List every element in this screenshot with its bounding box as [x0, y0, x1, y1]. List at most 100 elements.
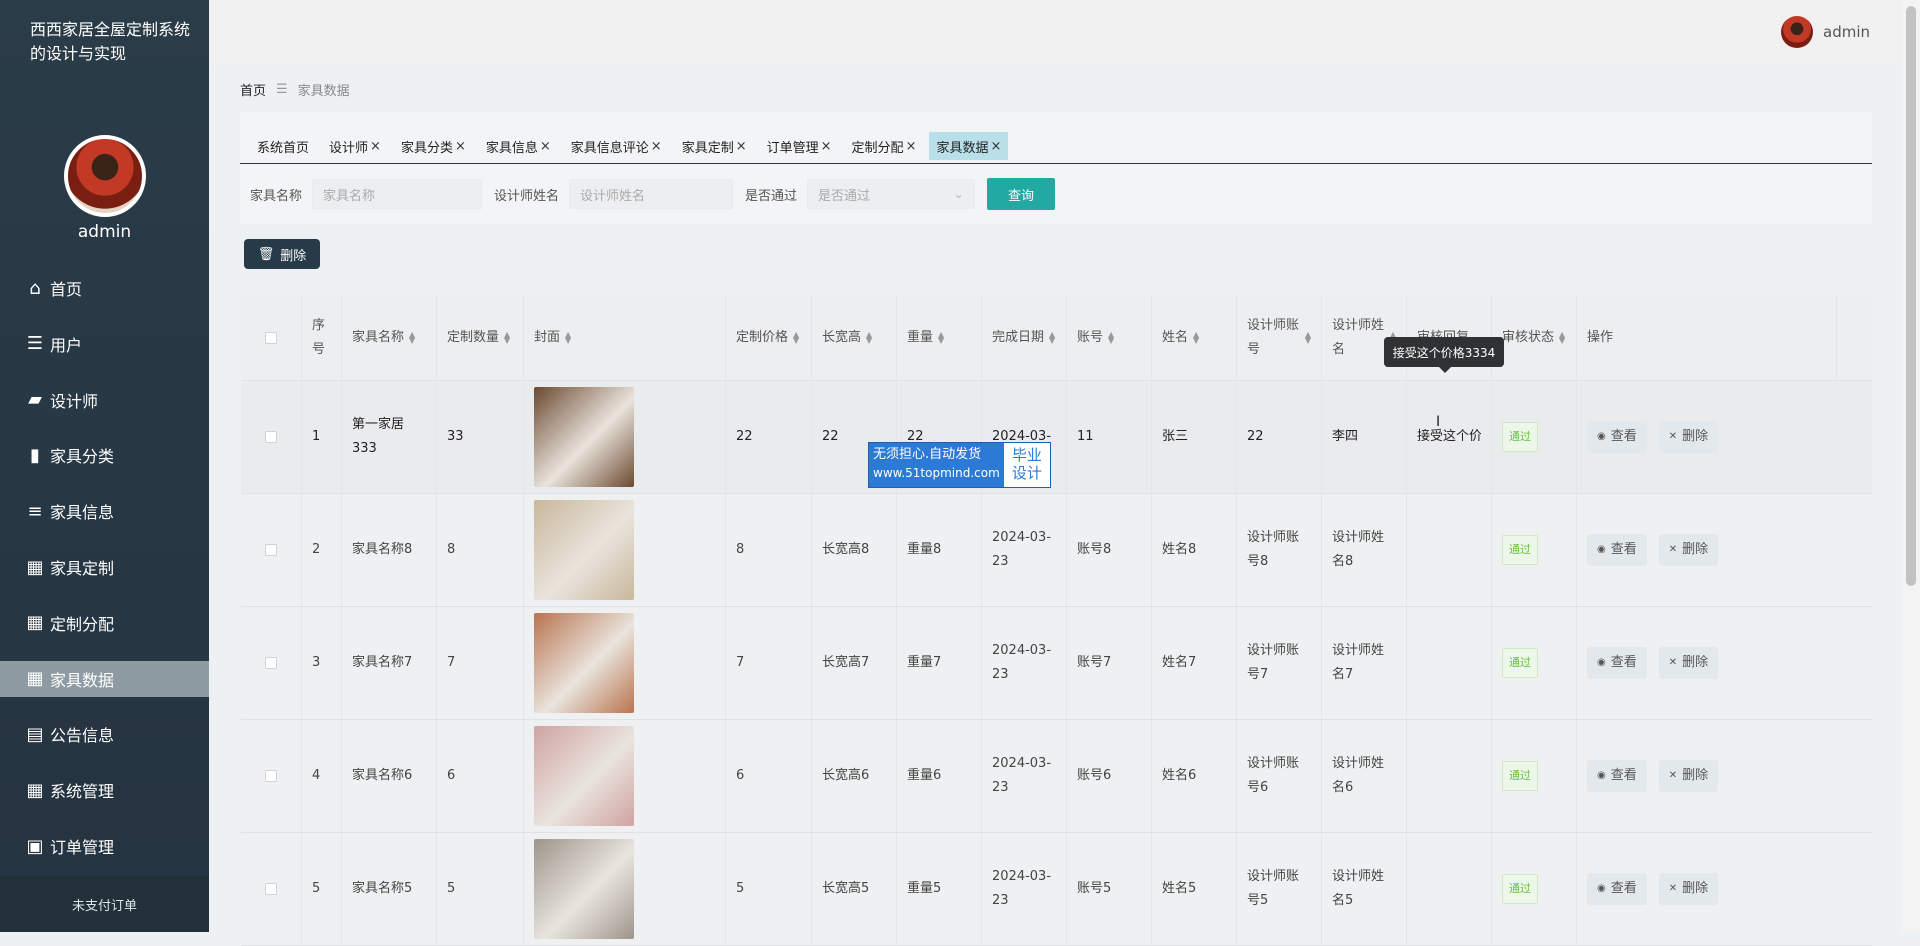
- designer-name-input[interactable]: 设计师姓名: [569, 179, 734, 209]
- close-icon[interactable]: ×: [821, 139, 832, 154]
- batch-delete-button[interactable]: 🗑 删除: [244, 239, 320, 269]
- cell-person: 姓名8: [1152, 494, 1237, 606]
- top-username[interactable]: admin: [1823, 23, 1870, 41]
- sort-icon[interactable]: ▲▼: [1559, 331, 1565, 345]
- sidebar-item-8[interactable]: ▤ 公告信息: [0, 716, 209, 752]
- cell-no: 2: [302, 494, 342, 606]
- column-header[interactable]: 定制价格 ▲ ▼: [726, 296, 812, 380]
- column-header[interactable]: 完成日期 ▲ ▼: [982, 296, 1067, 380]
- tab-7[interactable]: 定制分配 ×: [845, 132, 924, 160]
- sidebar-item-10[interactable]: ▣ 订单管理: [0, 828, 209, 864]
- column-header[interactable]: 账号 ▲ ▼: [1067, 296, 1152, 380]
- cover-image[interactable]: [534, 726, 634, 826]
- column-header[interactable]: 封面 ▲ ▼: [524, 296, 726, 380]
- cell-weight: 重量6: [897, 720, 982, 832]
- sort-icon[interactable]: ▲▼: [565, 331, 571, 345]
- row-checkbox[interactable]: [265, 431, 277, 443]
- sidebar-item-5[interactable]: ▦ 家具定制: [0, 549, 209, 585]
- sidebar-footer-unpaid-orders[interactable]: 未支付订单: [0, 876, 209, 932]
- select-all-checkbox[interactable]: [265, 332, 277, 344]
- sidebar-item-9[interactable]: ▦ 系统管理: [0, 772, 209, 808]
- sidebar-item-3[interactable]: ▮ 家具分类: [0, 437, 209, 473]
- cover-image[interactable]: [534, 613, 634, 713]
- column-header[interactable]: 重量 ▲ ▼: [897, 296, 982, 380]
- cell-value: 11: [1077, 429, 1094, 444]
- delete-button[interactable]: ✕ 删除: [1658, 647, 1719, 679]
- cover-image[interactable]: [534, 839, 634, 939]
- status-badge: 通过: [1502, 761, 1538, 791]
- cell-value: 2024-03-23: [992, 756, 1052, 795]
- delete-button[interactable]: ✕ 删除: [1658, 873, 1719, 905]
- sort-icon[interactable]: ▲▼: [938, 331, 944, 345]
- tab-1[interactable]: 设计师 ×: [322, 132, 388, 160]
- breadcrumb-home[interactable]: 首页: [240, 80, 266, 99]
- row-checkbox[interactable]: [265, 770, 277, 782]
- sort-icon[interactable]: ▲▼: [1108, 331, 1114, 345]
- view-button[interactable]: ◉ 查看: [1587, 873, 1647, 905]
- view-button[interactable]: ◉ 查看: [1587, 421, 1647, 453]
- top-avatar[interactable]: [1781, 16, 1813, 48]
- tab-0[interactable]: 系统首页: [250, 132, 316, 160]
- column-header[interactable]: 长宽高 ▲ ▼: [812, 296, 897, 380]
- pass-select[interactable]: 是否通过 ⌄: [807, 179, 976, 209]
- column-header[interactable]: 家具名称 ▲ ▼: [342, 296, 437, 380]
- sort-icon[interactable]: ▲▼: [793, 331, 799, 345]
- view-button[interactable]: ◉ 查看: [1587, 647, 1647, 679]
- close-icon[interactable]: ×: [651, 139, 662, 154]
- tab-8[interactable]: 家具数据 ×: [929, 132, 1009, 160]
- column-header-label: 设计师账号: [1247, 318, 1300, 357]
- column-header[interactable]: 姓名 ▲ ▼: [1152, 296, 1237, 380]
- close-icon[interactable]: ×: [455, 139, 466, 154]
- sort-icon[interactable]: ▲▼: [409, 331, 415, 345]
- row-checkbox[interactable]: [265, 544, 277, 556]
- delete-button[interactable]: ✕ 删除: [1658, 421, 1719, 453]
- close-icon[interactable]: ×: [736, 139, 747, 154]
- cell-d_account: 设计师账号8: [1237, 494, 1322, 606]
- sidebar-item-6[interactable]: ▦ 定制分配: [0, 605, 209, 641]
- tab-6[interactable]: 订单管理 ×: [760, 132, 839, 160]
- column-header[interactable]: 定制数量 ▲ ▼: [437, 296, 524, 380]
- tab-4[interactable]: 家具信息评论 ×: [564, 132, 669, 160]
- cell-value: 1: [312, 429, 321, 444]
- sort-icon[interactable]: ▲▼: [1305, 331, 1311, 345]
- status-badge: 通过: [1502, 535, 1538, 565]
- reply-tooltip: 接受这个价格3334: [1384, 337, 1504, 373]
- close-icon[interactable]: ×: [906, 139, 917, 154]
- column-header[interactable]: 设计师账号 ▲ ▼: [1237, 296, 1322, 380]
- close-icon[interactable]: ×: [370, 139, 381, 154]
- cell-person: 姓名7: [1152, 607, 1237, 719]
- tab-2[interactable]: 家具分类 ×: [394, 132, 473, 160]
- sort-icon[interactable]: ▲▼: [1049, 331, 1055, 345]
- sort-icon[interactable]: ▲▼: [504, 331, 510, 345]
- sidebar-item-7[interactable]: ▦ 家具数据: [0, 660, 209, 697]
- cover-image[interactable]: [534, 387, 634, 487]
- top-user-menu[interactable]: admin: [1781, 16, 1870, 48]
- sort-icon[interactable]: ▲▼: [1193, 331, 1199, 345]
- close-icon[interactable]: ×: [990, 139, 1001, 154]
- search-button[interactable]: 查询: [987, 178, 1056, 210]
- tab-label: 设计师: [329, 140, 369, 156]
- sidebar-item-4[interactable]: ≡ 家具信息: [0, 493, 209, 529]
- view-button[interactable]: ◉ 查看: [1587, 760, 1647, 792]
- column-header[interactable]: 审核状态 ▲ ▼: [1492, 296, 1577, 380]
- sidebar-item-1[interactable]: ☰ 用户: [0, 326, 209, 362]
- cell-value: 7: [447, 655, 456, 670]
- close-icon[interactable]: ×: [540, 139, 551, 154]
- scroll-thumb[interactable]: [1906, 6, 1916, 586]
- close-icon: ✕: [1668, 431, 1678, 442]
- delete-button[interactable]: ✕ 删除: [1658, 760, 1719, 792]
- tab-5[interactable]: 家具定制 ×: [675, 132, 754, 160]
- delete-button[interactable]: ✕ 删除: [1658, 534, 1719, 566]
- sidebar-item-0[interactable]: ⌂ 首页: [0, 270, 209, 306]
- cell-value: 接受这个价格: [1417, 429, 1481, 444]
- sidebar-item-2[interactable]: ▰ 设计师: [0, 382, 209, 418]
- view-button[interactable]: ◉ 查看: [1587, 534, 1647, 566]
- furniture-name-input[interactable]: 家具名称: [312, 179, 483, 209]
- grid-icon: ▦: [26, 556, 44, 578]
- row-checkbox[interactable]: [265, 657, 277, 669]
- page-scrollbar[interactable]: [1902, 0, 1920, 932]
- cover-image[interactable]: [534, 500, 634, 600]
- tab-3[interactable]: 家具信息 ×: [479, 132, 558, 160]
- row-checkbox[interactable]: [265, 883, 277, 895]
- sort-icon[interactable]: ▲▼: [866, 331, 872, 345]
